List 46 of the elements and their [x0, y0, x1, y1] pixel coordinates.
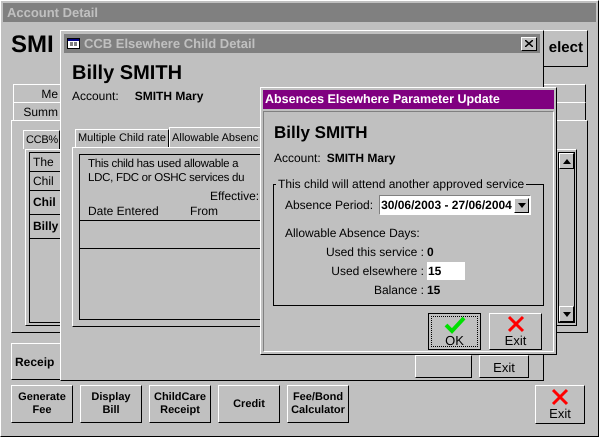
- field-label: Used this service :: [324, 244, 424, 261]
- section-heading: Allowable Absence Days:: [285, 225, 421, 242]
- field-value: 15: [427, 282, 442, 299]
- account-value: SMITH Mary: [326, 150, 396, 167]
- column-header: From: [190, 203, 218, 220]
- column-group-header: Effective:: [210, 188, 260, 205]
- up-arrow-icon: [562, 158, 570, 164]
- message-text: This child has used allowable a: [88, 157, 238, 171]
- field-label: Balance :: [372, 282, 424, 299]
- cross-icon: [506, 315, 524, 333]
- toolbar-button[interactable]: Display Bill: [80, 385, 142, 423]
- child-name: Billy SMITH: [274, 123, 369, 143]
- account-label: Account:: [274, 150, 321, 167]
- column-header: Date Entered: [88, 203, 160, 220]
- scrollbar[interactable]: [558, 152, 575, 323]
- close-icon: [525, 40, 533, 47]
- tab[interactable]: Allowable Absenc: [169, 127, 262, 148]
- down-arrow-icon: [518, 202, 526, 208]
- field-value: 0: [427, 244, 435, 261]
- toolbar-button[interactable]: Credit: [218, 385, 280, 423]
- exit-button[interactable]: Exit: [489, 313, 542, 350]
- group-title: This child will attend another approved service: [277, 176, 526, 193]
- child-name: Billy SMITH: [72, 61, 184, 85]
- field-label: Used elsewhere :: [330, 263, 424, 280]
- window-title: Absences Elsewhere Parameter Update: [263, 90, 554, 109]
- window-title: CCB Elsewhere Child Detail: [64, 34, 540, 53]
- form-icon: [67, 38, 80, 49]
- checkmark-icon: [444, 316, 466, 334]
- toolbar-button[interactable]: ChildCare Receipt: [149, 385, 211, 423]
- ok-button[interactable]: OK: [428, 313, 481, 350]
- used-elsewhere-input[interactable]: 15: [427, 262, 465, 280]
- field-label: Absence Period:: [285, 197, 374, 214]
- blank-button[interactable]: [415, 355, 472, 378]
- close-button[interactable]: [521, 36, 537, 50]
- exit-button[interactable]: Exit: [479, 355, 529, 378]
- cross-icon: [551, 388, 569, 406]
- toolbar-button[interactable]: Fee/Bond Calculator: [287, 385, 349, 423]
- account-label: Account:: [72, 88, 119, 105]
- window-title: Account Detail: [3, 3, 596, 22]
- exit-button[interactable]: Exit: [535, 385, 585, 424]
- account-name: SMI: [11, 30, 54, 60]
- down-arrow-icon: [562, 312, 570, 316]
- account-value: SMITH Mary: [134, 88, 204, 105]
- message-text: LDC, FDC or OSHC services du: [88, 171, 244, 185]
- absence-period-dropdown[interactable]: 30/06/2003 - 27/06/2004: [379, 195, 532, 215]
- toolbar-button[interactable]: Generate Fee: [11, 385, 73, 423]
